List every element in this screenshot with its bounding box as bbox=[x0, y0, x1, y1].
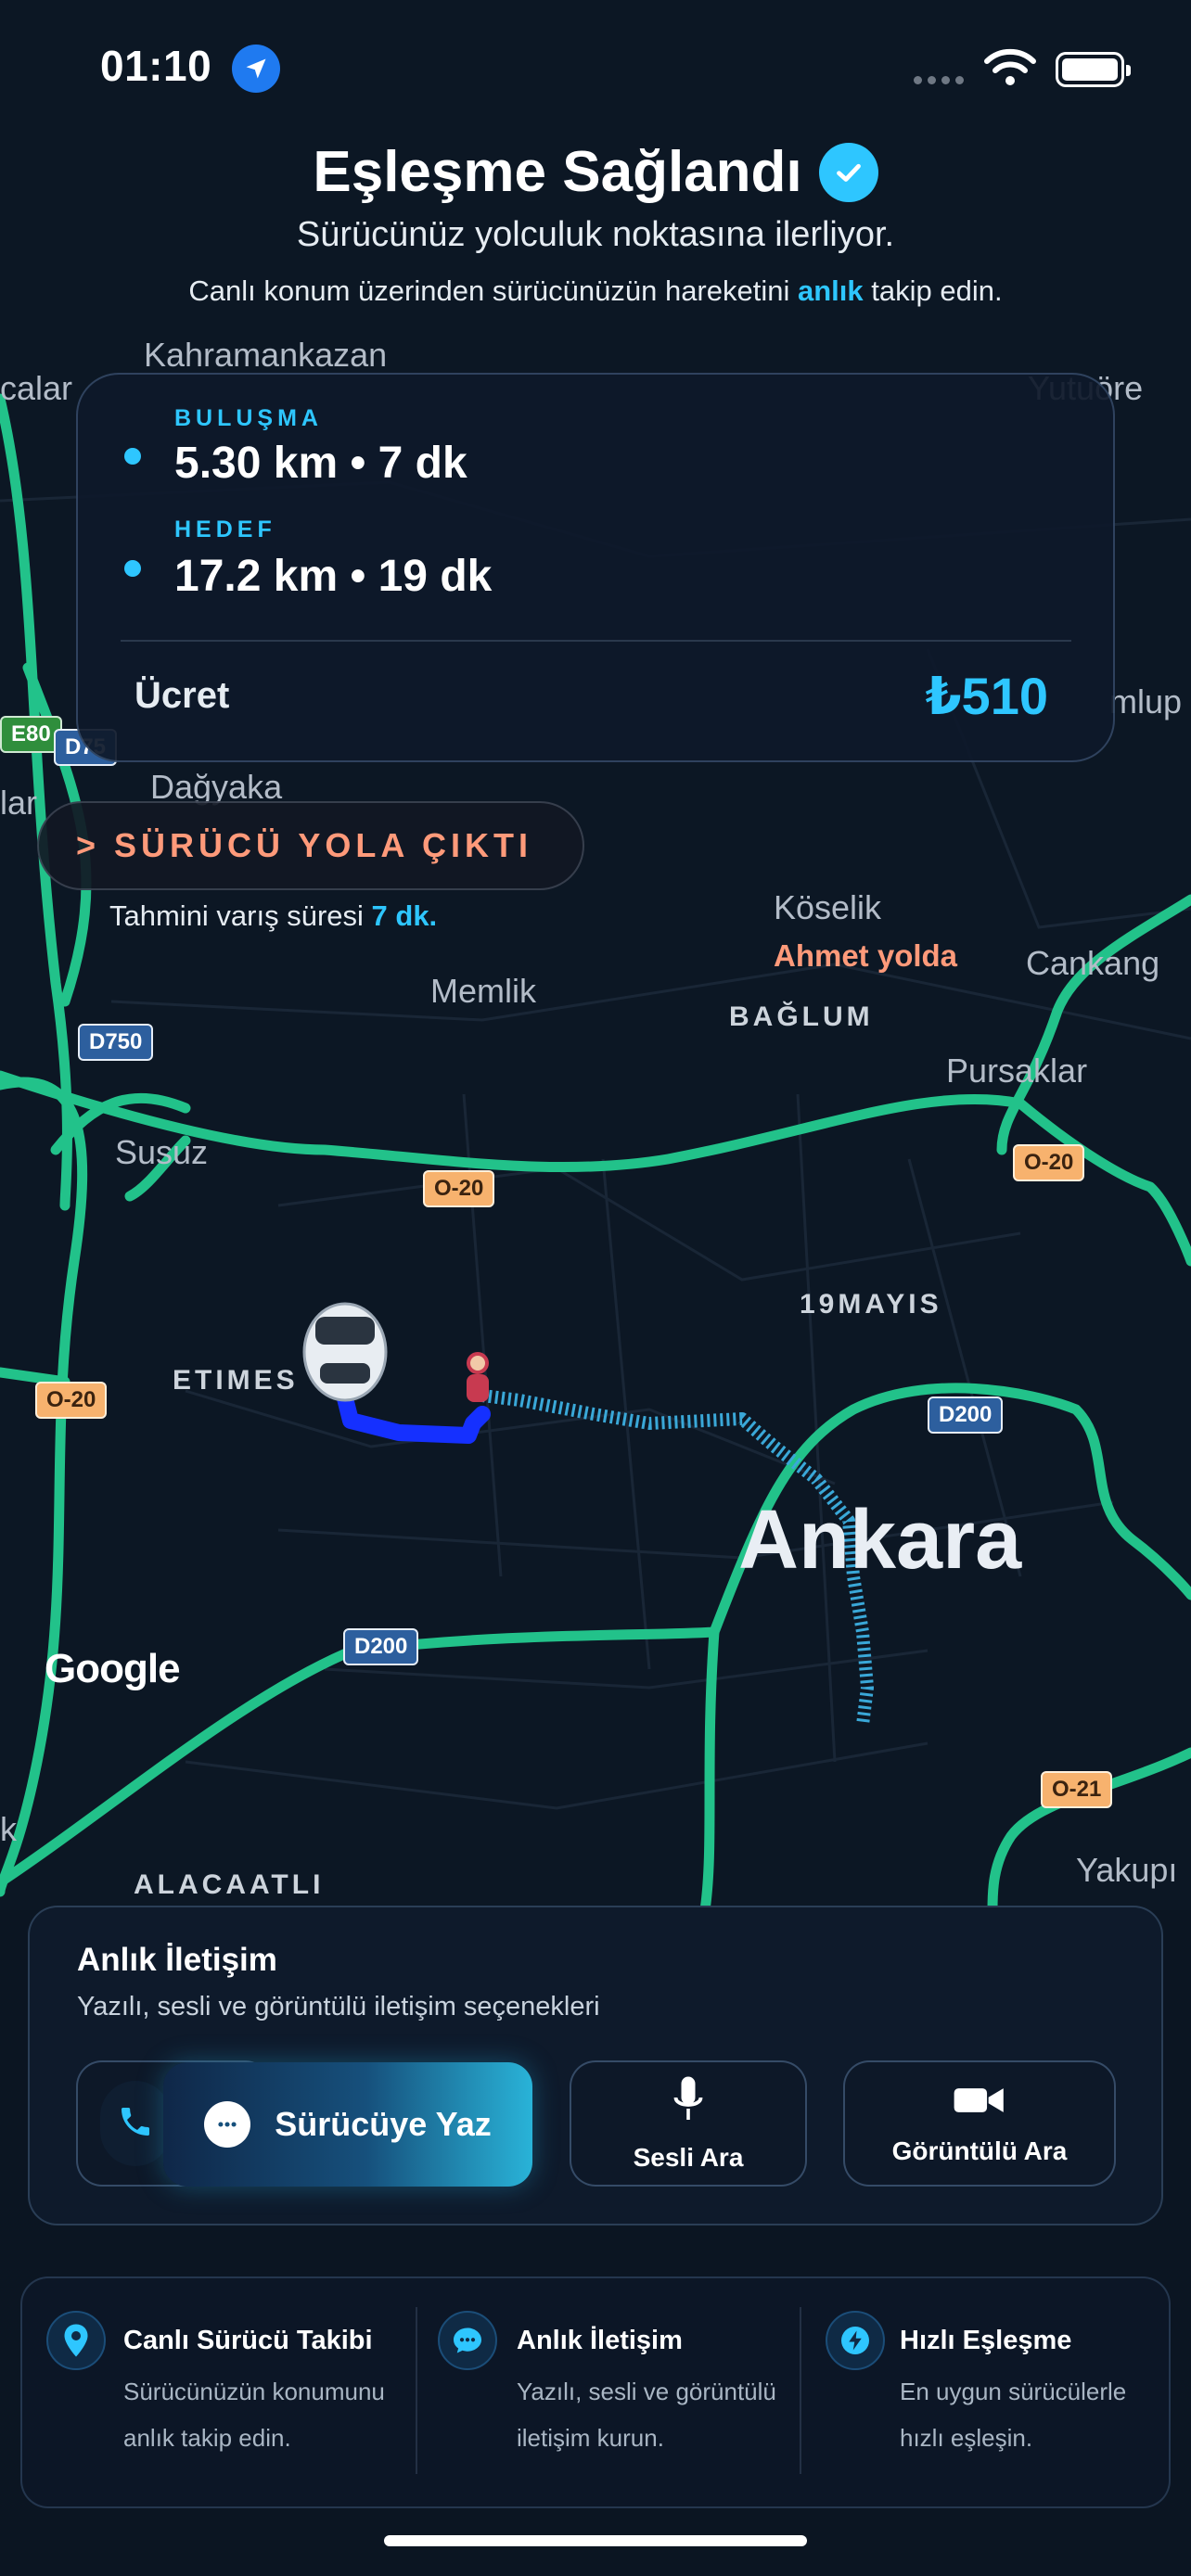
communication-title: Anlık İletişim bbox=[77, 1942, 277, 1978]
destination-distance-time: 17.2 km • 19 dk bbox=[174, 552, 493, 601]
header-title-row: Eşleşme Sağlandı bbox=[0, 139, 1191, 205]
communication-subtitle: Yazılı, sesli ve görüntülü iletişim seçe… bbox=[77, 1992, 600, 2021]
map-label-lar: lar bbox=[0, 784, 38, 822]
message-driver-button[interactable]: Sürücüye Yaz bbox=[163, 2062, 532, 2187]
destination-dot-icon bbox=[124, 560, 141, 577]
map-label-yakupi: Yakupı bbox=[1076, 1851, 1178, 1889]
chat-bubble-icon bbox=[438, 2311, 497, 2370]
feature-title: Anlık İletişim bbox=[517, 2326, 683, 2355]
map-label-19mayis: 19MAYIS bbox=[800, 1289, 942, 1320]
driver-car-icon bbox=[302, 1302, 388, 1402]
map-label-etimes: ETIMES bbox=[173, 1365, 299, 1396]
phone-call-button[interactable] bbox=[100, 2081, 171, 2166]
eta-text: Tahmini varış süresi 7 dk. bbox=[109, 899, 438, 932]
map-label-calar: calar bbox=[0, 369, 73, 407]
feature-description: Yazılı, sesli ve görüntülü iletişim kurun… bbox=[517, 2378, 776, 2452]
feature-description: Sürücünüzün konumunu anlık takip edin. bbox=[123, 2378, 385, 2452]
lightning-icon bbox=[826, 2311, 885, 2370]
map-label-mlup: mlup bbox=[1109, 682, 1183, 721]
voice-call-button[interactable]: Sesli Ara bbox=[570, 2060, 807, 2187]
highlight-word: anlık bbox=[797, 274, 864, 307]
road-shield-o20: O-20 bbox=[35, 1382, 108, 1419]
map-label-alacaatli: ALACAATLI bbox=[134, 1869, 325, 1900]
feature-divider bbox=[416, 2307, 417, 2474]
page-title: Eşleşme Sağlandı bbox=[313, 140, 802, 204]
map-label-k: k bbox=[0, 1810, 17, 1848]
fare-value: ₺510 bbox=[925, 667, 1048, 725]
map-label-koselik: Köselik bbox=[774, 888, 882, 926]
header-description: Canlı konum üzerinden sürücünüzün hareke… bbox=[188, 274, 1003, 307]
road-shield-o20: O-20 bbox=[423, 1170, 495, 1207]
road-shield-d200: D200 bbox=[343, 1628, 419, 1665]
road-shield-e80: E80 bbox=[0, 716, 62, 753]
driver-map-label: Ahmet yolda bbox=[774, 938, 958, 973]
pickup-tag: BULUŞMA bbox=[174, 405, 323, 431]
google-logo: Google bbox=[45, 1646, 181, 1691]
map-label-pursaklar: Pursaklar bbox=[946, 1052, 1088, 1090]
video-call-label: Görüntülü Ara bbox=[891, 2136, 1068, 2165]
wifi-icon bbox=[983, 46, 1037, 92]
microphone-icon bbox=[672, 2075, 705, 2130]
message-driver-label: Sürücüye Yaz bbox=[275, 2105, 492, 2143]
home-indicator[interactable] bbox=[384, 2535, 807, 2546]
driver-status-label: > SÜRÜCÜ YOLA ÇIKTI bbox=[76, 826, 533, 864]
eta-highlight: 7 dk. bbox=[371, 899, 438, 932]
pickup-distance-time: 5.30 km • 7 dk bbox=[174, 439, 467, 488]
voice-call-label: Sesli Ara bbox=[633, 2142, 744, 2172]
verified-check-icon bbox=[818, 142, 878, 202]
feature-title: Canlı Sürücü Takibi bbox=[123, 2326, 373, 2355]
passenger-avatar-icon bbox=[467, 1352, 489, 1402]
pickup-dot-icon bbox=[124, 448, 141, 465]
fare-label: Ücret bbox=[134, 675, 230, 716]
road-shield-o21: O-21 bbox=[1041, 1771, 1113, 1808]
battery-icon bbox=[1056, 52, 1131, 87]
status-time: 01:10 bbox=[100, 42, 212, 90]
feature-title: Hızlı Eşleşme bbox=[900, 2326, 1072, 2355]
road-shield-o20: O-20 bbox=[1013, 1144, 1085, 1181]
road-shield-d200: D200 bbox=[928, 1396, 1004, 1434]
cellular-signal-icon bbox=[914, 72, 969, 89]
card-divider bbox=[121, 640, 1071, 642]
map-label-ankara: Ankara bbox=[738, 1494, 1022, 1587]
map-label-memlik: Memlik bbox=[430, 972, 536, 1010]
video-call-button[interactable]: Görüntülü Ara bbox=[843, 2060, 1116, 2187]
chat-bubble-icon bbox=[204, 2101, 251, 2148]
road-shield-d750: D750 bbox=[78, 1024, 154, 1061]
feature-divider bbox=[800, 2307, 801, 2474]
map-label-cankaya: Cankang bbox=[1026, 944, 1160, 982]
video-camera-icon bbox=[953, 2082, 1006, 2123]
map-label-kahramankazan: Kahramankazan bbox=[144, 336, 388, 374]
map-label-susuz: Susuz bbox=[115, 1133, 209, 1171]
map-label-baglum: BAĞLUM bbox=[729, 1001, 874, 1032]
location-pin-icon bbox=[46, 2311, 106, 2370]
feature-description: En uygun sürücülerle hızlı eşleşin. bbox=[900, 2378, 1127, 2452]
phone-icon bbox=[117, 2103, 154, 2145]
header-subtitle: Sürücünüz yolculuk noktasına ilerliyor. bbox=[296, 215, 895, 254]
driver-status-pill: > SÜRÜCÜ YOLA ÇIKTI bbox=[37, 801, 584, 890]
destination-tag: HEDEF bbox=[174, 516, 276, 542]
location-arrow-icon bbox=[232, 45, 280, 93]
